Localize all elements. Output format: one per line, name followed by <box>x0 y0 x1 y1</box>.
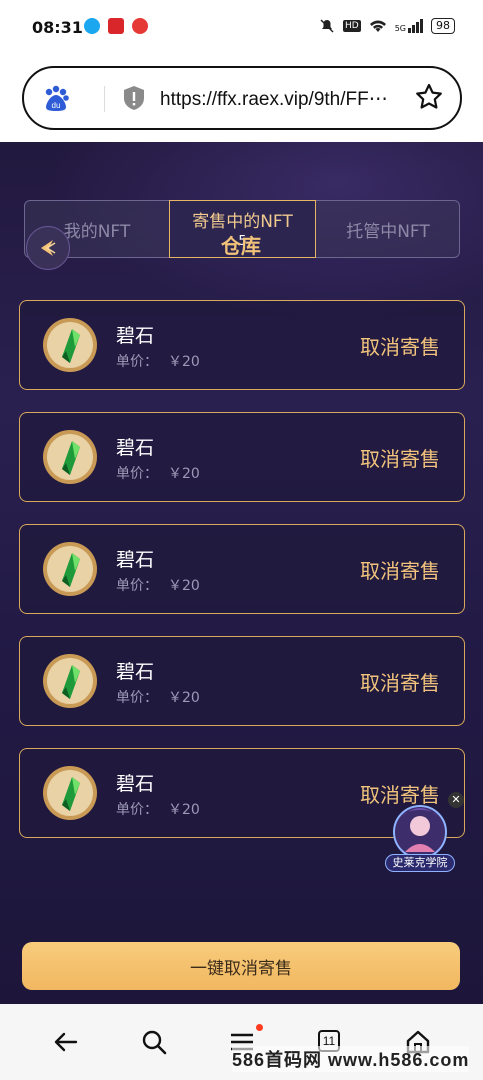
price-value: ￥20 <box>168 354 200 370</box>
status-bar: 08:31 HD 5G 98 <box>0 0 483 56</box>
price-value: ￥20 <box>168 802 200 818</box>
cancel-all-consignment-button[interactable]: 一键取消寄售 <box>22 942 460 990</box>
back-arrow-icon <box>41 240 56 256</box>
search-icon[interactable] <box>140 1028 168 1056</box>
price-value: ￥20 <box>168 466 200 482</box>
list-item: 碧石 单价： ￥20 取消寄售 <box>19 300 465 390</box>
network-type: 5G <box>394 24 406 33</box>
shield-icon[interactable] <box>121 84 147 112</box>
notification-icons <box>84 18 148 34</box>
item-price: 单价： ￥20 <box>116 687 200 707</box>
price-label: 单价： <box>116 802 158 818</box>
hd-badge: HD <box>343 20 361 32</box>
price-label: 单价： <box>116 354 158 370</box>
mute-icon <box>320 19 334 33</box>
item-price: 单价： ￥20 <box>116 463 200 483</box>
cancel-consignment-button[interactable]: 取消寄售 <box>360 443 440 472</box>
item-name: 碧石 <box>116 661 155 683</box>
price-value: ￥20 <box>168 578 200 594</box>
signal-icon: 5G <box>395 19 423 33</box>
status-right: HD 5G 98 <box>319 18 455 34</box>
music-icon <box>132 18 148 34</box>
avatar-image <box>393 805 447 859</box>
avatar-label: 史莱克学院 <box>385 854 455 872</box>
notification-dot <box>256 1024 263 1031</box>
floating-avatar-widget[interactable]: 史莱克学院 <box>385 802 455 874</box>
url-text[interactable]: https://ffx.raex.vip/9th/FF⋯ <box>160 88 388 111</box>
jade-gem-icon <box>43 318 97 372</box>
price-label: 单价： <box>116 690 158 706</box>
list-item: 碧石 单价： ￥20 取消寄售 <box>19 636 465 726</box>
cancel-consignment-button[interactable]: 取消寄售 <box>360 331 440 360</box>
tab-label: 托管中NFT <box>346 221 430 242</box>
watermark-text: 586首码网 www.h586.com <box>232 1046 470 1072</box>
page-title: 仓库 <box>221 234 261 258</box>
tab-label: 我的NFT <box>63 221 131 242</box>
separator <box>104 86 105 112</box>
baidu-icon[interactable]: du <box>42 84 70 112</box>
price-label: 单价： <box>116 466 158 482</box>
price-value: ￥20 <box>168 690 200 706</box>
jade-gem-icon <box>43 542 97 596</box>
tab-custody-nft[interactable]: 托管中NFT <box>316 201 460 257</box>
list-item: 碧石 单价： ￥20 取消寄售 <box>19 412 465 502</box>
jade-gem-icon <box>43 766 97 820</box>
consignment-list: 碧石 单价： ￥20 取消寄售 碧石 单价： ￥20 取消寄售 碧石 单价： ￥20 … <box>19 300 465 860</box>
cancel-consignment-button[interactable]: 取消寄售 <box>360 555 440 584</box>
app-content: 我的NFT 寄售中的NFT 5 托管中NFT 仓库 碧石 单价： ￥20 取消寄售 <box>0 142 483 1004</box>
back-button[interactable] <box>26 226 70 270</box>
item-name: 碧石 <box>116 325 155 347</box>
list-item: 碧石 单价： ￥20 取消寄售 <box>19 524 465 614</box>
item-name: 碧石 <box>116 549 155 571</box>
item-name: 碧石 <box>116 773 155 795</box>
jade-gem-icon <box>43 430 97 484</box>
qq-icon <box>84 18 100 34</box>
item-name: 碧石 <box>116 437 155 459</box>
item-price: 单价： ￥20 <box>116 575 200 595</box>
svg-text:du: du <box>52 101 61 110</box>
item-price: 单价： ￥20 <box>116 351 200 371</box>
back-icon[interactable] <box>52 1028 80 1056</box>
address-bar[interactable]: du https://ffx.raex.vip/9th/FF⋯ <box>22 66 462 130</box>
wifi-icon <box>369 20 386 32</box>
item-price: 单价： ￥20 <box>116 799 200 819</box>
tab-label: 寄售中的NFT <box>192 212 293 232</box>
star-icon[interactable] <box>414 82 444 112</box>
battery-icon: 98 <box>431 18 455 34</box>
price-label: 单价： <box>116 578 158 594</box>
cancel-consignment-button[interactable]: 取消寄售 <box>360 667 440 696</box>
app-icon <box>108 18 124 34</box>
status-time: 08:31 <box>32 18 83 37</box>
jade-gem-icon <box>43 654 97 708</box>
